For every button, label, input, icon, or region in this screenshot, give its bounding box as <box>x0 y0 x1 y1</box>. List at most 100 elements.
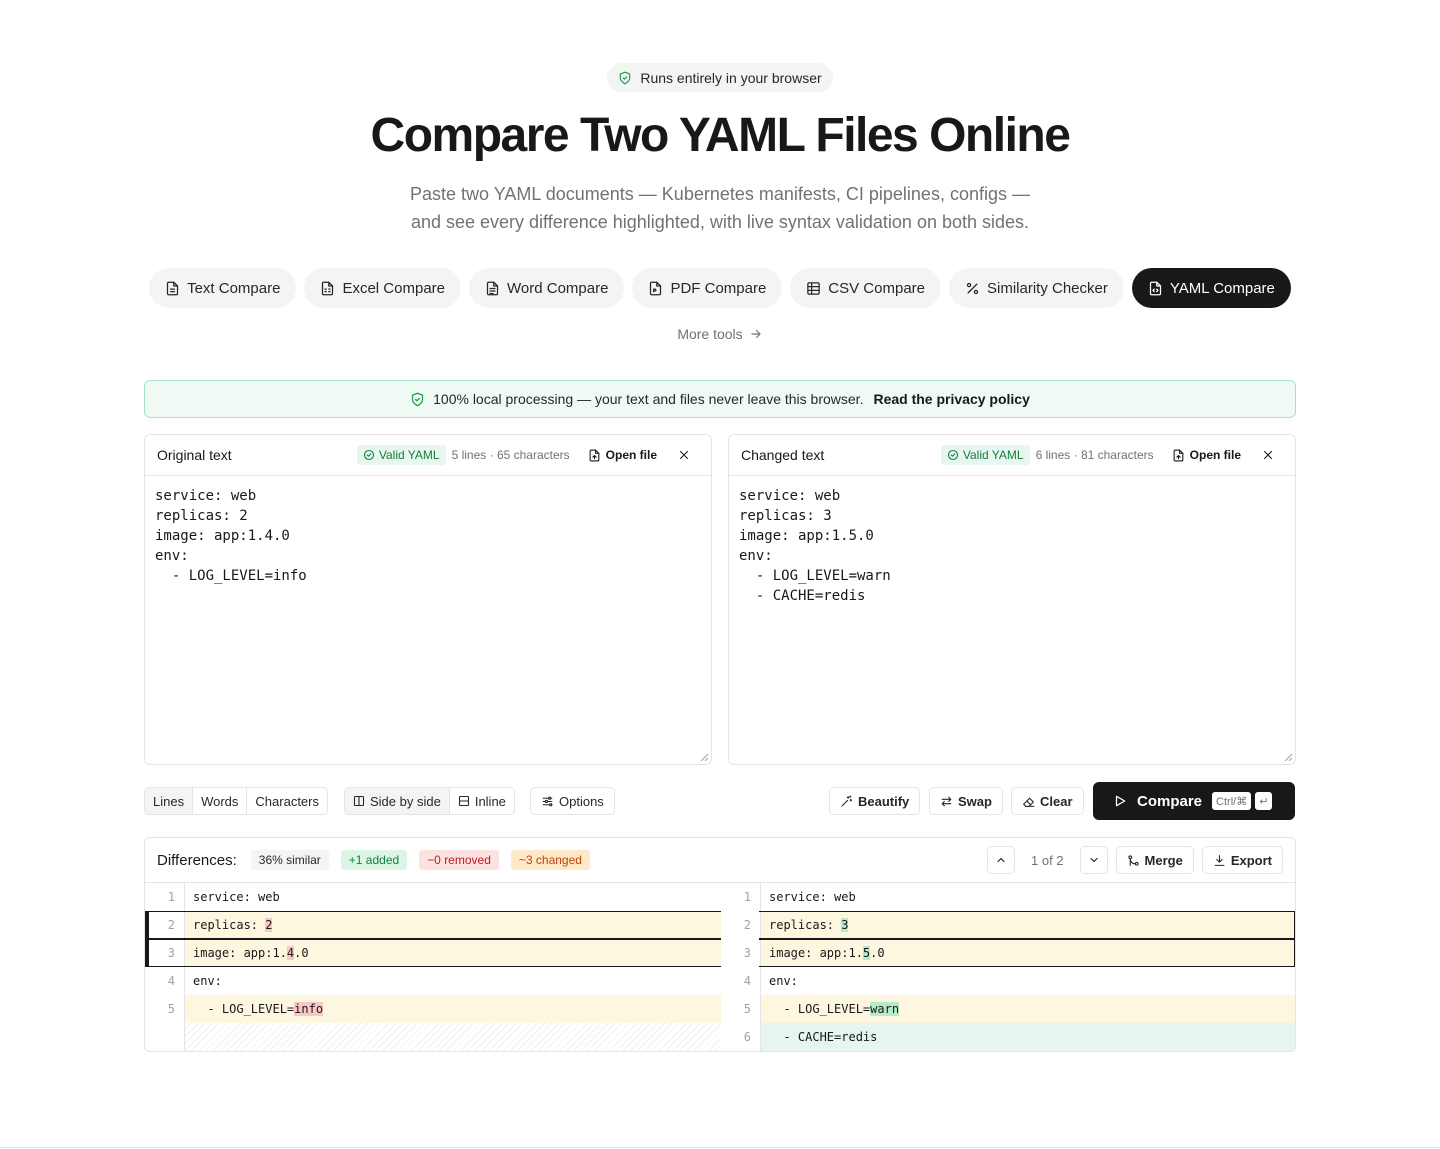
diff-row[interactable]: 3 image: app:1. 5.0 <box>721 939 1295 967</box>
open-file-button[interactable]: Open file <box>588 448 657 462</box>
tab-label: CSV Compare <box>828 279 925 297</box>
compare-button[interactable]: Compare Ctrl/⌘ ↵ <box>1093 782 1295 820</box>
view-inline[interactable]: Inline <box>450 788 514 814</box>
prev-diff-button[interactable] <box>987 846 1015 874</box>
clear-button[interactable]: Clear <box>1011 787 1084 815</box>
swap-button[interactable]: Swap <box>929 787 1003 815</box>
table-icon <box>806 281 821 296</box>
file-upload-icon <box>588 449 601 462</box>
merge-button[interactable]: Merge <box>1115 846 1194 874</box>
changed-editor-header: Changed text Valid YAML 6 lines · 81 cha… <box>729 435 1295 476</box>
code-text: service: web <box>769 890 856 904</box>
diff-row[interactable]: 2 replicas: 2 <box>145 911 721 939</box>
valid-label: Valid YAML <box>962 448 1024 462</box>
differences-header: Differences: 36% similar +1 added −0 rem… <box>145 838 1295 883</box>
file-icon <box>485 281 500 296</box>
diff-row[interactable]: 4 env: <box>145 967 721 995</box>
download-icon <box>1213 854 1226 867</box>
options-label: Options <box>559 793 604 809</box>
export-button[interactable]: Export <box>1201 846 1283 874</box>
granularity-characters[interactable]: Characters <box>247 788 327 814</box>
valid-yaml-badge: Valid YAML <box>940 445 1030 465</box>
chevron-down-icon <box>1088 854 1100 866</box>
changed-editor: Changed text Valid YAML 6 lines · 81 cha… <box>728 434 1296 765</box>
granularity-lines[interactable]: Lines <box>145 788 194 814</box>
added-highlight: 3 <box>841 918 849 932</box>
line-code: - CACHE=redis <box>761 1023 1295 1051</box>
shield-check-icon <box>618 71 632 85</box>
granularity-toggle: Lines Words Characters <box>144 787 328 815</box>
line-number: 2 <box>145 911 185 939</box>
line-number: 3 <box>721 939 761 967</box>
line-code: - LOG_LEVEL= info <box>185 995 721 1023</box>
diff-row[interactable]: 1 service: web <box>145 883 721 911</box>
file-spreadsheet-icon <box>320 281 335 296</box>
granularity-words[interactable]: Words <box>193 788 248 814</box>
compare-label: Compare <box>1137 792 1203 810</box>
tab-label: YAML Compare <box>1169 279 1275 297</box>
diff-row[interactable]: 3 image: app:1. 4.0 <box>145 939 721 967</box>
subtitle-line-1: Paste two YAML documents — Kubernetes ma… <box>410 184 1030 204</box>
tab-pdf-compare[interactable]: PDF Compare <box>632 268 783 308</box>
resize-handle-icon[interactable] <box>700 753 708 761</box>
changed-badge: ~3 changed <box>510 850 590 870</box>
file-pdf-icon <box>648 281 663 296</box>
resize-handle-icon[interactable] <box>1284 753 1292 761</box>
chevron-up-icon <box>995 854 1007 866</box>
changed-stats: 6 lines · 81 characters <box>1035 448 1154 462</box>
shortcut-key: Ctrl/⌘ <box>1212 792 1252 810</box>
view-inline-label: Inline <box>474 793 506 809</box>
options-button[interactable]: Options <box>530 787 615 815</box>
tab-word-compare[interactable]: Word Compare <box>469 268 625 308</box>
close-icon[interactable] <box>1261 448 1275 462</box>
original-editor-header: Original text Valid YAML 5 lines · 65 ch… <box>145 435 711 476</box>
tab-yaml-compare[interactable]: YAML Compare <box>1131 268 1291 308</box>
diff-row[interactable]: 4 env: <box>721 967 1295 995</box>
diff-row[interactable]: 5 - LOG_LEVEL= warn <box>721 995 1295 1023</box>
line-number: 3 <box>145 939 185 967</box>
more-tools-link[interactable]: More tools <box>0 326 1440 342</box>
next-diff-button[interactable] <box>1079 846 1108 874</box>
changed-textarea[interactable]: service: web replicas: 3 image: app:1.5.… <box>729 476 1295 764</box>
original-textarea[interactable]: service: web replicas: 2 image: app:1.4.… <box>145 476 711 764</box>
line-code: image: app:1. 5.0 <box>761 939 1295 967</box>
view-side-by-side[interactable]: Side by side <box>345 788 450 814</box>
sliders-icon <box>541 795 554 808</box>
diff-left-pane: 1 service: web 2 replicas: 2 3 image: ap… <box>145 883 721 1051</box>
eraser-icon <box>1022 795 1035 808</box>
code-text: - CACHE=redis <box>769 1030 878 1044</box>
line-code: service: web <box>761 883 1295 911</box>
line-number: 2 <box>721 911 761 939</box>
diff-row[interactable]: 6 - CACHE=redis <box>721 1023 1295 1051</box>
diff-row[interactable]: 5 - LOG_LEVEL= info <box>145 995 721 1023</box>
privacy-banner: 100% local processing — your text and fi… <box>144 380 1296 418</box>
empty-line-hatch <box>185 1023 721 1051</box>
tab-text-compare[interactable]: Text Compare <box>149 268 297 308</box>
code-text: image: app:1. <box>193 946 287 960</box>
code-text: image: app:1. <box>769 946 863 960</box>
tool-tabs: Text Compare Excel Compare Word Compare … <box>0 268 1440 308</box>
enter-key: ↵ <box>1255 792 1273 810</box>
beautify-button[interactable]: Beautify <box>829 787 921 815</box>
diff-row[interactable]: 2 replicas: 3 <box>721 911 1295 939</box>
tab-similarity-checker[interactable]: Similarity Checker <box>949 268 1124 308</box>
clear-label: Clear <box>1040 793 1073 809</box>
differences-panel: Differences: 36% similar +1 added −0 rem… <box>144 837 1296 1052</box>
line-number: 6 <box>721 1023 761 1051</box>
open-file-button[interactable]: Open file <box>1172 448 1241 462</box>
privacy-policy-link[interactable]: Read the privacy policy <box>873 391 1029 407</box>
code-text: env: <box>193 974 222 988</box>
beautify-label: Beautify <box>858 793 910 809</box>
close-icon[interactable] <box>677 448 691 462</box>
tab-csv-compare[interactable]: CSV Compare <box>790 268 941 308</box>
line-code: - LOG_LEVEL= warn <box>761 995 1295 1023</box>
original-label: Original text <box>157 447 232 463</box>
file-upload-icon <box>1172 449 1185 462</box>
runs-in-browser-badge: Runs entirely in your browser <box>607 63 833 92</box>
tab-excel-compare[interactable]: Excel Compare <box>304 268 461 308</box>
sparkles-icon <box>840 795 853 808</box>
valid-label: Valid YAML <box>378 448 440 462</box>
diff-row[interactable]: 1 service: web <box>721 883 1295 911</box>
line-code: env: <box>761 967 1295 995</box>
line-code: image: app:1. 4.0 <box>185 939 721 967</box>
